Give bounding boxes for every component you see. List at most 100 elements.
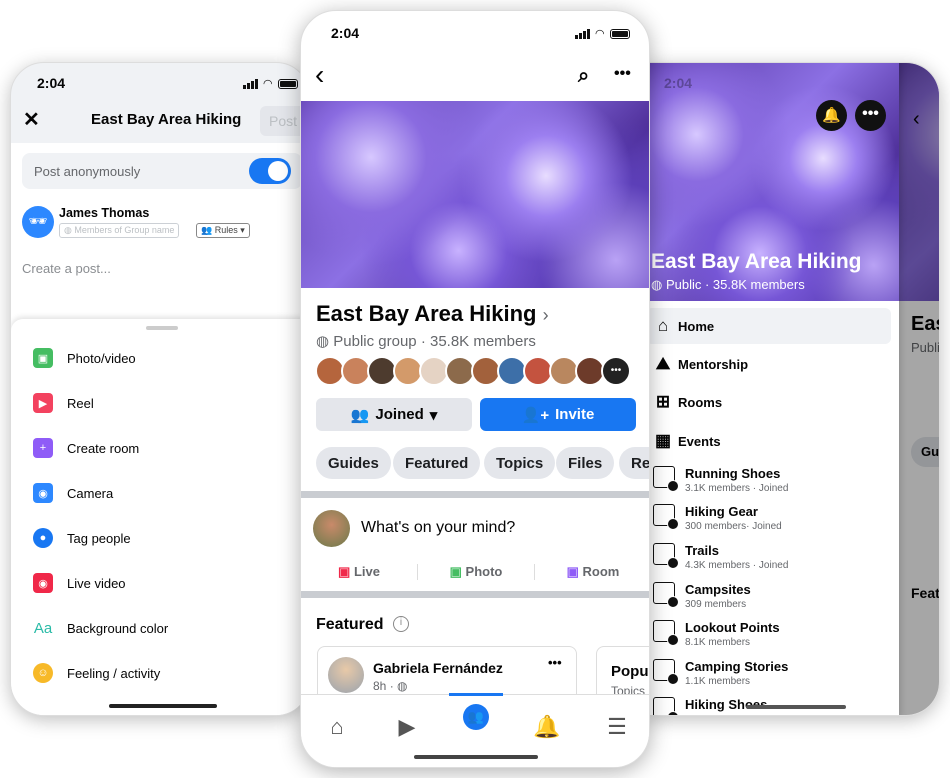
group-name: Trails xyxy=(685,543,719,558)
close-icon[interactable]: ✕ xyxy=(23,107,40,132)
audience-label: Members of Group name xyxy=(74,225,175,235)
group-title[interactable]: East Bay Area Hiking › xyxy=(316,301,549,327)
menu-icon[interactable]: ☰ xyxy=(602,714,632,740)
group-item[interactable]: Camping Stories 1.1K members xyxy=(651,659,788,687)
chip-guides[interactable]: Guides xyxy=(316,447,391,479)
composer-actions: ▣ Live ▣ Photo ▣ Room xyxy=(301,564,649,580)
group-sub: 4.3K members · Joined xyxy=(685,560,789,571)
label: Reel xyxy=(67,395,94,411)
post-time-text: 8h xyxy=(373,679,387,693)
group-title-text: East Bay Area Hiking xyxy=(316,301,537,326)
video-room-icon: ⊞ xyxy=(655,392,671,411)
members-icon: 👥 xyxy=(350,406,370,424)
home-icon[interactable]: ⌂ xyxy=(322,714,352,740)
reel-icon: ▶ xyxy=(33,393,53,413)
group-meta: ◍ Public · 35.8K members xyxy=(651,277,805,292)
post-input[interactable]: Create a post... xyxy=(22,261,111,276)
chip-recent[interactable]: Recent xyxy=(619,447,649,479)
home-indicator xyxy=(746,705,846,709)
more-options-icon[interactable]: ••• xyxy=(614,65,631,83)
post-more-icon[interactable]: ••• xyxy=(548,655,562,670)
camera-icon: ◉ xyxy=(33,483,53,503)
video-room-icon: + xyxy=(33,438,53,458)
sheet-item-live-video[interactable]: ◉ Live video xyxy=(33,573,126,593)
sheet-item-create-room[interactable]: + Create room xyxy=(33,438,139,458)
sheet-item-tag-people[interactable]: ● Tag people xyxy=(33,528,131,548)
private-group-icon xyxy=(653,659,679,685)
status-time: 2:04 xyxy=(37,75,66,91)
info-icon[interactable]: i xyxy=(393,616,409,632)
home-indicator xyxy=(414,755,538,759)
group-meta-text: Public · 35.8K members xyxy=(665,277,805,292)
menu-item-events[interactable]: ▦ Events xyxy=(646,423,888,459)
joined-label: Joined xyxy=(375,406,424,423)
chip-files[interactable]: Files xyxy=(556,447,615,479)
public-group-icon xyxy=(653,697,679,715)
group-name: Hiking Gear xyxy=(685,504,758,519)
room-button[interactable]: ▣ Room xyxy=(535,564,649,580)
sheet-item-feeling[interactable]: ☺ Feeling / activity xyxy=(33,663,160,683)
right-phone: ‹ East Bay Area Hiking Public group Guid… xyxy=(645,62,940,716)
menu-item-rooms[interactable]: ⊞ Rooms xyxy=(646,384,888,420)
photo-icon: ▣ xyxy=(33,348,53,368)
label: Rooms xyxy=(678,394,723,410)
group-item[interactable]: Trails 4.3K members · Joined xyxy=(651,543,788,571)
tag-people-icon: ● xyxy=(33,528,53,548)
group-name: Running Shoes xyxy=(685,466,781,481)
anonymous-toggle[interactable] xyxy=(249,158,291,184)
photo-label: Photo xyxy=(465,564,503,579)
menu-item-home[interactable]: ⌂ Home xyxy=(646,308,891,344)
chip-featured[interactable]: Featured xyxy=(393,447,481,479)
header-title: East Bay Area Hiking xyxy=(91,111,242,128)
anonymous-label: Post anonymously xyxy=(34,164,141,179)
sheet-item-camera[interactable]: ◉ Camera xyxy=(33,483,113,503)
status-time: 2:04 xyxy=(331,25,360,41)
user-avatar xyxy=(313,510,350,547)
more-members-icon[interactable]: ••• xyxy=(601,356,631,386)
sheet-item-background-color[interactable]: Aa Background color xyxy=(33,618,168,638)
group-page-behind: ‹ East Bay Area Hiking Public group Guid… xyxy=(899,63,939,715)
group-name: Camping Stories xyxy=(685,659,789,674)
back-icon[interactable]: ‹ xyxy=(315,61,324,89)
group-item[interactable]: Campsites 309 members xyxy=(651,582,751,610)
watch-icon[interactable]: ▶ xyxy=(392,714,422,740)
group-meta-text: Public group · 35.8K members xyxy=(333,333,536,350)
joined-button[interactable]: 👥 Joined ▾ xyxy=(316,398,472,431)
label: Photo/video xyxy=(67,350,136,366)
rules-chip[interactable]: 👥 Rules ▾ xyxy=(196,223,250,238)
sheet-handle[interactable] xyxy=(146,326,178,330)
author-name: James Thomas xyxy=(59,206,150,220)
calendar-grid-icon: ▦ xyxy=(654,431,672,450)
private-group-icon xyxy=(653,504,679,530)
group-item[interactable]: Hiking Gear 300 members· Joined xyxy=(651,504,782,532)
composer-input[interactable]: What's on your mind? xyxy=(361,519,515,537)
invite-button[interactable]: 👤+ Invite xyxy=(480,398,636,431)
anonymous-row: Post anonymously xyxy=(22,153,302,189)
group-item[interactable]: Running Shoes 3.1K members · Joined xyxy=(651,466,788,494)
chip-topics[interactable]: Topics xyxy=(484,447,556,479)
sheet-item-reel[interactable]: ▶ Reel xyxy=(33,393,94,413)
room-label: Room xyxy=(582,564,620,579)
group-item[interactable]: Lookout Points 8.1K members xyxy=(651,620,780,648)
live-button[interactable]: ▣ Live xyxy=(301,564,418,580)
label: Create room xyxy=(67,440,140,456)
notifications-icon[interactable]: 🔔 xyxy=(532,714,562,740)
smiley-icon: ☺ xyxy=(33,663,53,683)
groups-icon[interactable]: 👥 xyxy=(463,704,489,730)
group-title: East Bay Area Hiking xyxy=(651,250,862,273)
public-group-icon xyxy=(653,466,679,492)
notifications-bell-icon[interactable]: 🔔 xyxy=(816,100,847,131)
group-sub: 1.1K members xyxy=(685,676,751,687)
video-room-icon: ▣ xyxy=(566,564,579,579)
live-icon: ▣ xyxy=(338,564,351,579)
label: Mentorship xyxy=(678,356,749,372)
search-icon[interactable]: ⌕ xyxy=(578,65,589,88)
label: Feeling / activity xyxy=(67,665,161,681)
live-label: Live xyxy=(353,564,380,579)
audience-chip[interactable]: ◍ Members of Group name xyxy=(59,223,180,238)
menu-item-mentorship[interactable]: ⛰ Mentorship xyxy=(646,346,888,382)
photo-button[interactable]: ▣ Photo xyxy=(418,564,535,580)
more-options-icon[interactable]: ••• xyxy=(855,100,886,131)
group-sub: 3.1K members · Joined xyxy=(685,483,789,494)
sheet-item-photo-video[interactable]: ▣ Photo/video xyxy=(33,348,136,368)
